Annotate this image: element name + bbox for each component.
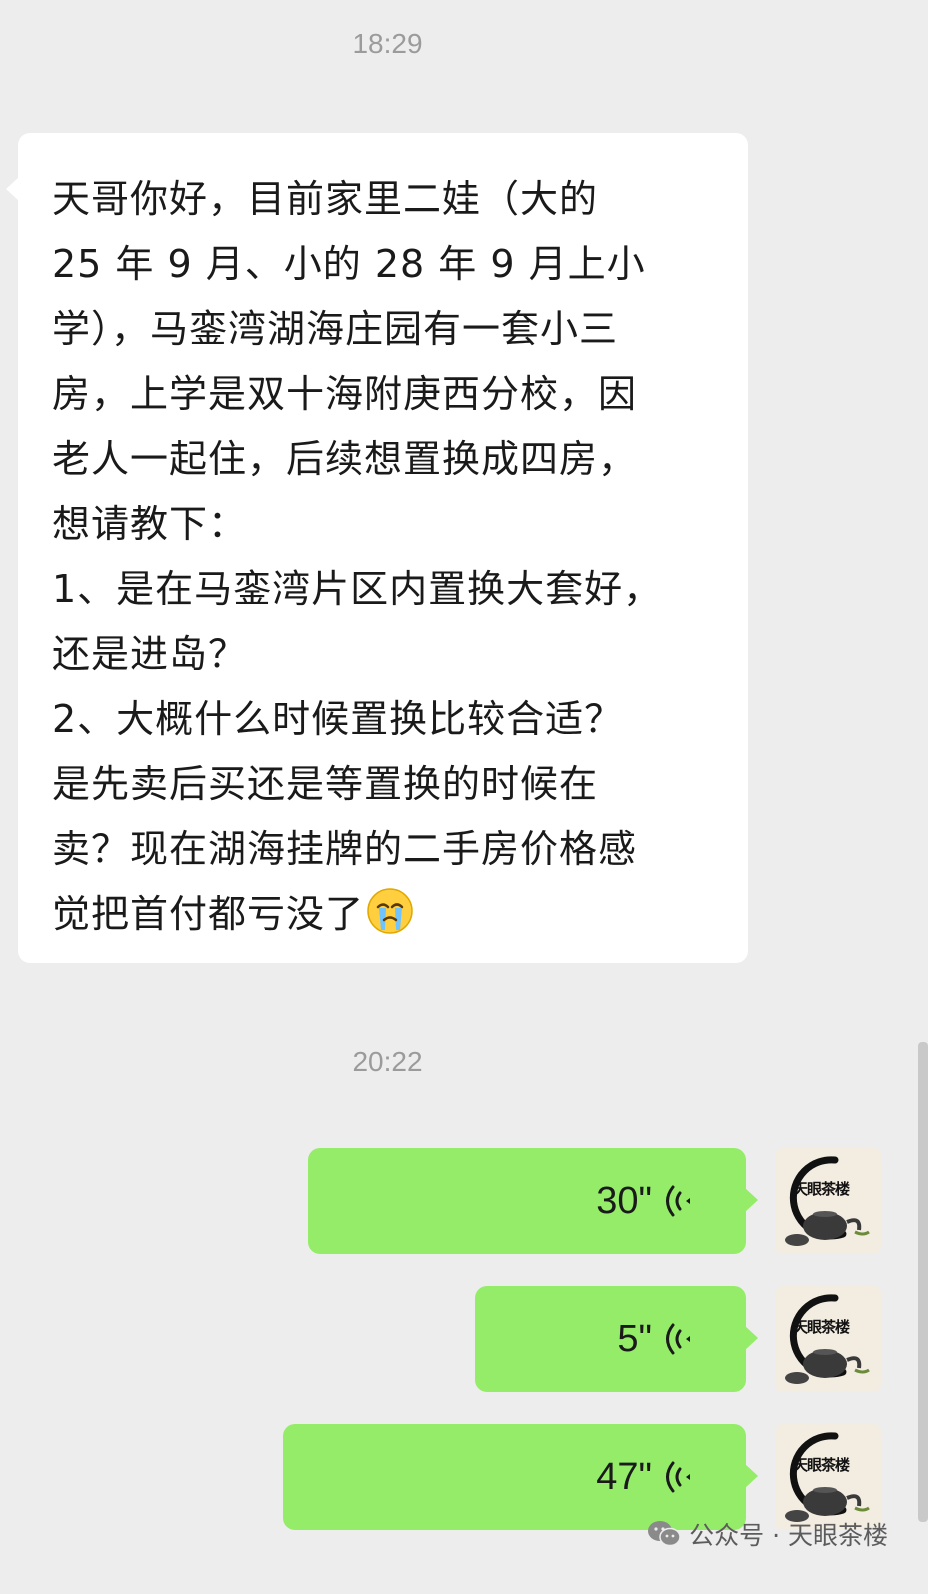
voice-message[interactable]: 30" [308,1148,758,1254]
voice-wave-icon [664,1457,694,1497]
teapot-logo-icon [775,1424,881,1530]
voice-wave-icon [664,1319,694,1359]
timestamp: 20:22 [352,1046,423,1077]
message-line: 学），马銮湾湖海庄园有一套小三 [52,307,619,351]
avatar-label: 天眼茶楼 [793,1180,850,1198]
voice-duration: 30" [596,1179,652,1222]
message-line: 老人一起住，后续想置换成四房， [52,437,638,481]
teapot-logo-icon [775,1286,881,1392]
message-line: 想请教下： [52,502,248,546]
scrollbar[interactable] [918,1042,928,1522]
voice-duration: 5" [617,1317,652,1360]
voice-message[interactable]: 47" [283,1424,758,1530]
message-line-last: 觉把首付都亏没了 [52,882,728,955]
message-line: 是先卖后买还是等置换的时候在 [52,762,599,806]
message-line: 1、是在马銮湾片区内置换大套好， [52,567,663,611]
avatar[interactable]: 天眼茶楼 [775,1286,881,1392]
message-line: 2、大概什么时候置换比较合适？ [52,697,624,741]
message-line-text: 觉把首付都亏没了 [52,892,365,936]
voice-message[interactable]: 5" [475,1286,758,1392]
chat-area: 18:29 天哥你好，目前家里二娃（大的 25 年 9 月、小的 28 年 9 … [0,0,928,1594]
watermark-text: 公众号 · 天眼茶楼 [689,1521,888,1550]
message-line: 还是进岛？ [52,632,248,676]
message-line: 房，上学是双十海附庚西分校，因 [52,372,638,416]
avatar[interactable]: 天眼茶楼 [775,1424,881,1530]
message-line: 天哥你好，目前家里二娃（大的 [52,177,599,221]
incoming-message-bubble[interactable]: 天哥你好，目前家里二娃（大的 25 年 9 月、小的 28 年 9 月上小 学）… [6,133,748,963]
message-line: 25 年 9 月、小的 28 年 9 月上小 [52,242,646,286]
avatar-label: 天眼茶楼 [793,1456,850,1474]
message-line: 卖？现在湖海挂牌的二手房价格感 [52,827,638,871]
avatar[interactable]: 天眼茶楼 [775,1148,881,1254]
voice-duration: 47" [596,1455,652,1498]
wechat-icon [647,1520,681,1548]
avatar-label: 天眼茶楼 [793,1318,850,1336]
voice-wave-icon [664,1181,694,1221]
crying-face-icon [366,887,414,955]
watermark: 公众号 · 天眼茶楼 [647,1516,888,1552]
teapot-logo-icon [775,1148,881,1254]
timestamp: 18:29 [352,28,423,59]
